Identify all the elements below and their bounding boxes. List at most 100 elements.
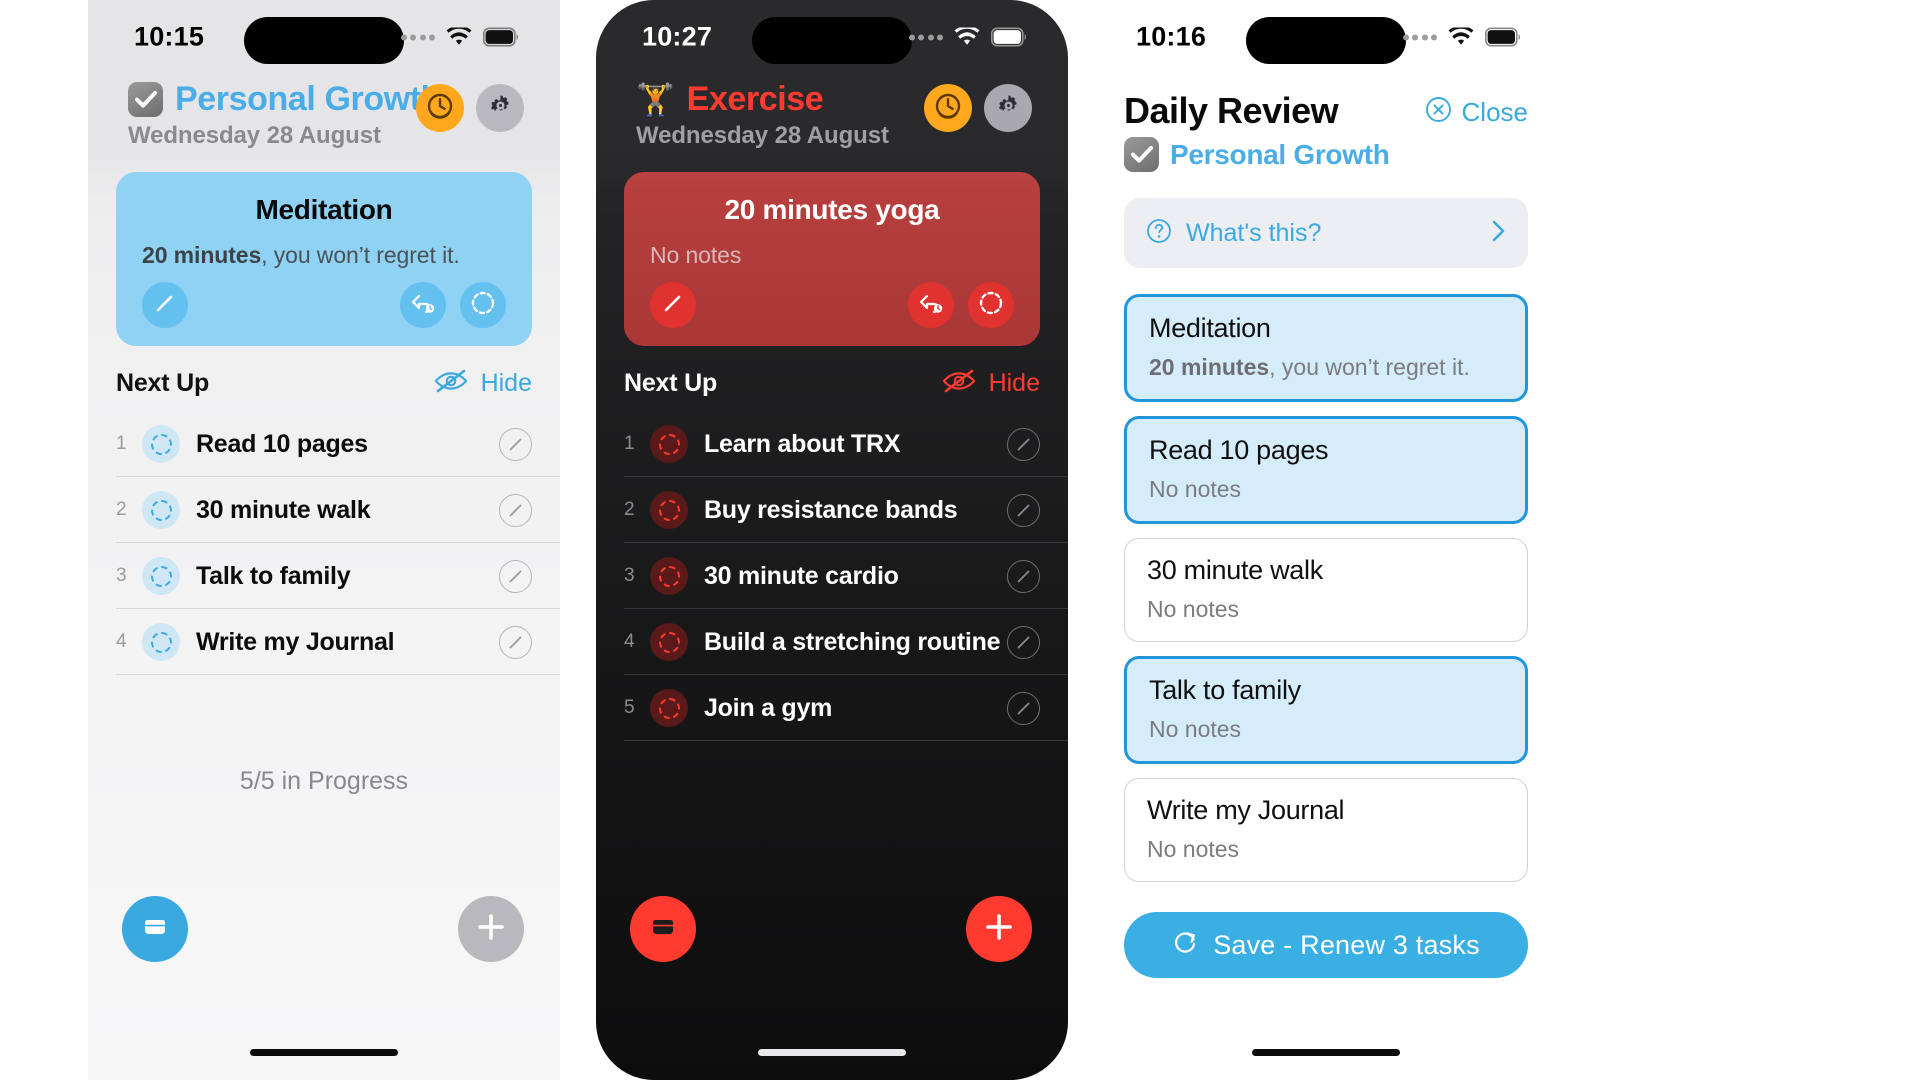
snooze-arrow-icon bbox=[410, 291, 436, 320]
hero-snooze-button[interactable] bbox=[908, 282, 954, 328]
review-card[interactable]: Talk to family No notes bbox=[1124, 656, 1528, 764]
task-edit-button[interactable] bbox=[1007, 427, 1040, 461]
task-row[interactable]: 4 Build a stretching routine bbox=[624, 609, 1068, 675]
task-edit-button[interactable] bbox=[1007, 625, 1040, 659]
hero-edit-button[interactable] bbox=[650, 282, 696, 328]
task-edit-button[interactable] bbox=[1007, 559, 1040, 593]
progress-status: 5/5 in Progress bbox=[239, 767, 409, 795]
hero-snooze-button[interactable] bbox=[400, 282, 446, 328]
review-card[interactable]: Write my Journal No notes bbox=[1124, 778, 1528, 882]
whats-this-row[interactable]: What's this? bbox=[1124, 198, 1528, 268]
gear-icon bbox=[994, 91, 1023, 125]
whats-this-label: What's this? bbox=[1186, 218, 1322, 247]
task-status-icon[interactable] bbox=[650, 557, 688, 595]
task-name: Build a stretching routine bbox=[704, 627, 1001, 656]
review-card-list: Meditation 20 minutes, you won’t regret … bbox=[1124, 294, 1528, 882]
review-card[interactable]: Read 10 pages No notes bbox=[1124, 416, 1528, 524]
task-row[interactable]: 3 Talk to family bbox=[116, 543, 560, 609]
page-title: Exercise bbox=[686, 80, 824, 118]
home-indicator bbox=[250, 1049, 398, 1056]
pencil-icon bbox=[154, 292, 176, 319]
archive-button[interactable] bbox=[122, 896, 188, 962]
wifi-icon bbox=[446, 27, 472, 47]
task-row[interactable]: 1 Read 10 pages bbox=[116, 411, 560, 477]
review-card[interactable]: 30 minute walk No notes bbox=[1124, 538, 1528, 642]
timer-button[interactable] bbox=[416, 84, 464, 132]
battery-icon bbox=[991, 27, 1028, 47]
add-task-button[interactable] bbox=[966, 896, 1032, 962]
task-status-icon[interactable] bbox=[650, 491, 688, 529]
review-note-rest: No notes bbox=[1149, 716, 1242, 742]
hero-task-card[interactable]: Meditation 20 minutes, you won’t regret … bbox=[116, 172, 532, 346]
hero-task-note: No notes bbox=[650, 242, 1014, 269]
status-bar: 10:15 bbox=[88, 0, 560, 74]
task-row[interactable]: 1 Learn about TRX bbox=[624, 411, 1068, 477]
status-bar: 10:16 bbox=[1090, 0, 1562, 74]
task-index: 1 bbox=[624, 433, 635, 454]
hide-toggle[interactable]: Hide bbox=[434, 368, 532, 399]
dynamic-island bbox=[1246, 17, 1406, 64]
task-row[interactable]: 4 Write my Journal bbox=[116, 609, 560, 675]
archive-button[interactable] bbox=[630, 896, 696, 962]
review-card-title: Talk to family bbox=[1149, 675, 1301, 705]
battery-icon bbox=[483, 27, 520, 47]
hero-task-card[interactable]: 20 minutes yoga No notes bbox=[624, 172, 1040, 346]
settings-button[interactable] bbox=[476, 84, 524, 132]
task-status-icon[interactable] bbox=[142, 623, 180, 661]
task-status-icon[interactable] bbox=[142, 557, 180, 595]
task-edit-button[interactable] bbox=[1007, 691, 1040, 725]
battery-icon bbox=[1485, 27, 1522, 47]
task-row[interactable]: 2 30 minute walk bbox=[116, 477, 560, 543]
task-name: Learn about TRX bbox=[704, 429, 901, 458]
task-edit-button[interactable] bbox=[499, 559, 532, 593]
add-task-button[interactable] bbox=[458, 896, 524, 962]
task-status-icon[interactable] bbox=[142, 491, 180, 529]
hero-progress-button[interactable] bbox=[968, 282, 1014, 328]
task-name: Join a gym bbox=[704, 693, 833, 722]
review-card[interactable]: Meditation 20 minutes, you won’t regret … bbox=[1124, 294, 1528, 402]
phone-exercise: 10:27 🏋️ Exercise Wednesday 28 August 20… bbox=[596, 0, 1068, 1080]
hero-note-rest: No notes bbox=[650, 242, 742, 268]
close-button[interactable]: Close bbox=[1425, 96, 1528, 128]
task-edit-button[interactable] bbox=[1007, 493, 1040, 527]
status-time: 10:16 bbox=[1136, 21, 1207, 52]
review-card-note: 20 minutes, you won’t regret it. bbox=[1149, 354, 1503, 381]
task-status-icon[interactable] bbox=[650, 623, 688, 661]
checkbox-checked-icon bbox=[128, 82, 163, 117]
status-bar: 10:27 bbox=[596, 0, 1068, 74]
task-edit-button[interactable] bbox=[499, 427, 532, 461]
close-label: Close bbox=[1461, 96, 1528, 127]
task-edit-button[interactable] bbox=[499, 625, 532, 659]
screenshot-stage: 10:15 Personal Growth Wednesday 28 Augus… bbox=[0, 0, 1920, 1080]
hero-task-title: Meditation bbox=[255, 194, 393, 225]
task-status-icon[interactable] bbox=[650, 689, 688, 727]
save-renew-button[interactable]: Save - Renew 3 tasks bbox=[1124, 912, 1528, 978]
status-time: 10:27 bbox=[642, 21, 713, 52]
status-time: 10:15 bbox=[134, 21, 205, 52]
settings-button[interactable] bbox=[984, 84, 1032, 132]
eye-slash-icon bbox=[942, 368, 976, 399]
plus-icon bbox=[982, 910, 1016, 949]
timer-button[interactable] bbox=[924, 84, 972, 132]
task-index: 5 bbox=[624, 697, 635, 718]
timer-icon bbox=[425, 91, 455, 126]
task-edit-button[interactable] bbox=[499, 493, 532, 527]
archive-box-icon bbox=[648, 912, 678, 947]
hero-task-title: 20 minutes yoga bbox=[724, 194, 940, 225]
task-index: 3 bbox=[116, 565, 127, 586]
task-status-icon[interactable] bbox=[142, 425, 180, 463]
page-title: Personal Growth bbox=[175, 80, 442, 118]
hero-edit-button[interactable] bbox=[142, 282, 188, 328]
hide-toggle[interactable]: Hide bbox=[942, 368, 1040, 399]
hero-progress-button[interactable] bbox=[460, 282, 506, 328]
weightlifter-icon: 🏋️ bbox=[636, 82, 675, 117]
task-index: 2 bbox=[116, 499, 127, 520]
task-row[interactable]: 2 Buy resistance bands bbox=[624, 477, 1068, 543]
task-row[interactable]: 5 Join a gym bbox=[624, 675, 1068, 741]
task-name: Talk to family bbox=[196, 561, 351, 590]
task-status-icon[interactable] bbox=[650, 425, 688, 463]
gear-icon bbox=[486, 91, 515, 125]
eye-slash-icon bbox=[434, 368, 468, 399]
review-card-title: Write my Journal bbox=[1147, 795, 1345, 825]
task-row[interactable]: 3 30 minute cardio bbox=[624, 543, 1068, 609]
